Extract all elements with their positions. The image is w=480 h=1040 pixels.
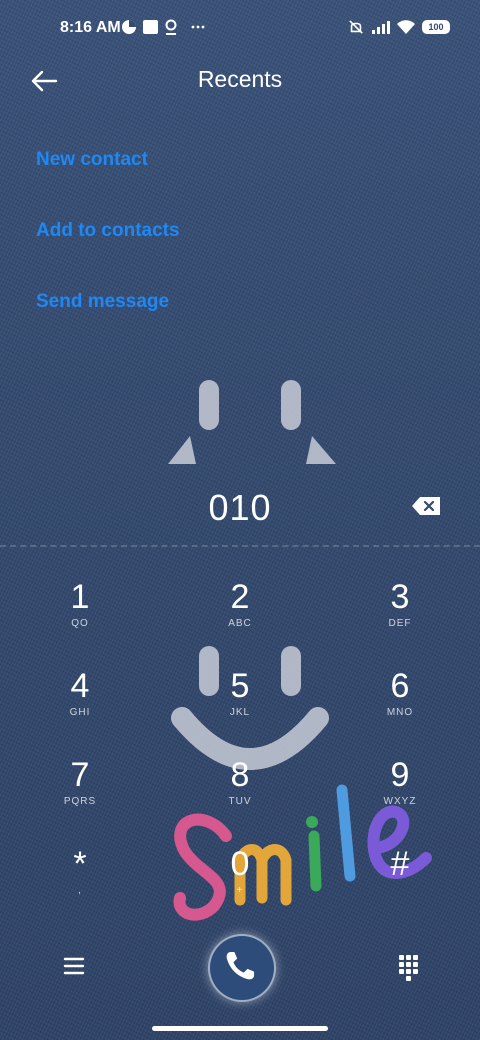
dialpad-icon[interactable] xyxy=(392,950,424,982)
key-digit: 0 xyxy=(230,845,250,883)
key-1[interactable]: 1 QO xyxy=(20,578,140,662)
vibrate-muted-icon xyxy=(349,20,363,34)
key-8[interactable]: 8 TUV xyxy=(180,756,300,840)
key-digit: 2 xyxy=(230,578,250,616)
key-7[interactable]: 7 PQRS xyxy=(20,756,140,840)
key-digit: 6 xyxy=(390,667,410,705)
key-digit: 4 xyxy=(70,667,90,705)
data-saver-icon xyxy=(122,20,136,34)
key-letters: PQRS xyxy=(63,796,97,807)
key-0[interactable]: 0 + xyxy=(180,845,300,929)
phone-call-icon xyxy=(226,951,255,980)
battery-icon: 100 xyxy=(422,20,450,34)
send-message-link[interactable]: Send message xyxy=(36,291,169,313)
wifi-icon xyxy=(397,20,415,34)
key-letters: GHI xyxy=(69,707,91,718)
divider xyxy=(0,545,480,547)
key-letters: QO xyxy=(71,618,89,629)
key-hash[interactable]: # xyxy=(340,845,460,929)
key-letters: , xyxy=(78,885,82,896)
more-dots-icon xyxy=(191,25,205,29)
page-title: Recents xyxy=(197,66,283,92)
dialed-number: 010 xyxy=(208,487,272,528)
menu-icon[interactable] xyxy=(58,950,90,982)
key-star[interactable]: * , xyxy=(20,845,140,929)
key-digit: 5 xyxy=(230,667,250,705)
key-letters: + xyxy=(236,885,244,896)
call-button[interactable] xyxy=(208,934,276,1002)
backspace-icon[interactable] xyxy=(410,494,442,518)
key-4[interactable]: 4 GHI xyxy=(20,667,140,751)
key-9[interactable]: 9 WXYZ xyxy=(340,756,460,840)
key-digit: * xyxy=(73,845,87,883)
key-digit: 9 xyxy=(390,756,410,794)
key-3[interactable]: 3 DEF xyxy=(340,578,460,662)
key-letters: MNO xyxy=(386,707,414,718)
key-digit: 1 xyxy=(70,578,90,616)
status-bar: 8:16 AM 100 xyxy=(0,0,480,56)
location-pin-icon xyxy=(165,19,177,35)
key-letters: TUV xyxy=(228,796,252,807)
key-6[interactable]: 6 MNO xyxy=(340,667,460,751)
key-digit: 3 xyxy=(390,578,410,616)
key-digit: 8 xyxy=(230,756,250,794)
key-digit: 7 xyxy=(70,756,90,794)
key-2[interactable]: 2 ABC xyxy=(180,578,300,662)
key-5[interactable]: 5 JKL xyxy=(180,667,300,751)
key-digit: # xyxy=(390,845,410,883)
key-letters: DEF xyxy=(388,618,412,629)
add-to-contacts-link[interactable]: Add to contacts xyxy=(36,220,180,242)
key-letters: WXYZ xyxy=(383,796,417,807)
key-letters: ABC xyxy=(228,618,252,629)
signal-icon xyxy=(372,21,390,34)
notification-square-icon xyxy=(143,20,158,34)
home-indicator[interactable] xyxy=(152,1026,328,1031)
key-letters: JKL xyxy=(229,707,251,718)
new-contact-link[interactable]: New contact xyxy=(36,149,148,171)
status-time: 8:16 AM xyxy=(60,19,121,36)
